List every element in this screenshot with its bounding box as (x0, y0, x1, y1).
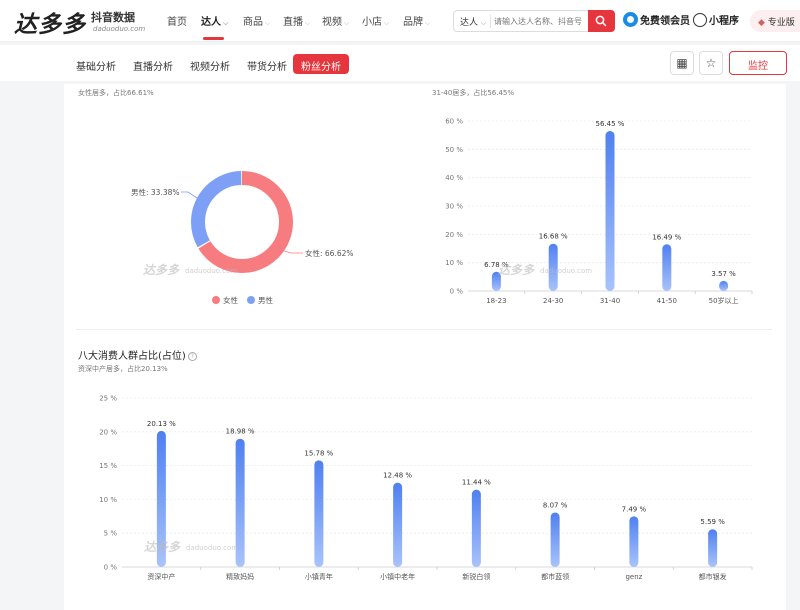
age-ytick: 10 % (445, 259, 463, 267)
consumer-data-label: 12.48 % (383, 472, 412, 480)
consumer-bar (550, 512, 560, 567)
consumer-data-label: 15.78 % (304, 449, 333, 457)
consumer-data-label: 11.44 % (462, 479, 491, 487)
consumer-bar (471, 489, 481, 567)
watermark-brand: 达多多 (143, 263, 180, 277)
legend-label-female: 女性 (223, 295, 238, 305)
consumer-data-label: 18.98 % (226, 428, 255, 436)
pie-label-male: 男性: 33.38% (131, 187, 180, 197)
consumer-xtick-label: 资深中产 (147, 572, 175, 581)
consumer-ytick: 25 % (99, 395, 117, 403)
age-xtick-label: 18-23 (486, 297, 506, 305)
pie-label-female: 女性: 66.62% (305, 248, 354, 258)
legend-label-male: 男性 (258, 295, 273, 305)
age-data-label: 16.68 % (539, 233, 568, 241)
age-ytick: 30 % (445, 203, 463, 211)
legend-marker-male (247, 296, 255, 304)
age-xtick-label: 50岁以上 (709, 296, 739, 305)
age-ytick: 40 % (445, 174, 463, 182)
consumer-data-label: 5.59 % (700, 518, 725, 526)
watermark-brand: 达多多 (498, 263, 535, 277)
consumer-bar (393, 482, 403, 567)
consumer-ytick: 10 % (99, 496, 117, 504)
consumer-data-label: 7.49 % (622, 505, 647, 513)
age-xtick-label: 24-30 (543, 297, 563, 305)
age-ytick: 50 % (445, 146, 463, 154)
consumer-ytick: 15 % (99, 462, 117, 470)
pie-leader-male (181, 191, 198, 199)
consumer-xtick-label: 精致妈妈 (226, 572, 254, 581)
age-data-label: 16.49 % (652, 233, 681, 241)
age-data-label: 3.57 % (711, 270, 736, 278)
consumer-bar (708, 529, 718, 567)
legend-marker-female (212, 296, 220, 304)
age-xtick-label: 31-40 (600, 297, 620, 305)
consumer-xtick-label: 都市银发 (699, 572, 727, 581)
age-bar (662, 244, 672, 291)
watermark-url: daduoduo.com (186, 544, 238, 552)
watermark-url: daduoduo.com (540, 267, 592, 275)
consumer-data-label: 8.07 % (543, 501, 568, 509)
consumer-bar (629, 516, 639, 567)
consumer-bar (314, 460, 324, 567)
age-data-label: 56.45 % (596, 120, 625, 128)
consumer-xtick-label: 小镇中老年 (380, 572, 415, 581)
watermark-url: daduoduo.com (185, 267, 237, 275)
age-ytick: 60 % (445, 118, 463, 126)
consumer-xtick-label: 都市蓝领 (541, 572, 569, 581)
consumer-ytick: 5 % (104, 530, 118, 538)
consumer-ytick: 20 % (99, 428, 117, 436)
age-bar (719, 280, 729, 291)
age-ytick: 0 % (450, 288, 464, 296)
age-xtick-label: 41-50 (657, 297, 677, 305)
consumer-xtick-label: genz (625, 573, 642, 581)
consumer-xtick-label: 小镇青年 (305, 572, 333, 581)
consumer-ytick: 0 % (104, 564, 118, 572)
consumer-data-label: 20.13 % (147, 420, 176, 428)
watermark-brand: 达多多 (144, 540, 181, 554)
charts-layer: 女性: 66.62%男性: 33.38%女性 男性达多多 daduoduo.com0… (99, 118, 753, 581)
age-bar (605, 131, 615, 291)
consumer-xtick-label: 新锐白领 (462, 572, 490, 581)
age-ytick: 20 % (445, 231, 463, 239)
